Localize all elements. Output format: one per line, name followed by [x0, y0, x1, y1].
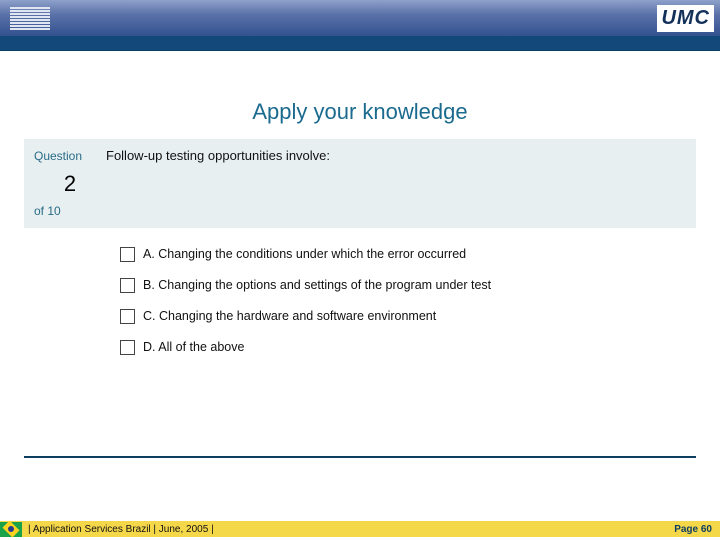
question-number: 2: [34, 167, 106, 200]
option-c[interactable]: C. Changing the hardware and software en…: [120, 308, 550, 325]
footer-divider: [24, 456, 696, 458]
slide-title: Apply your knowledge: [24, 99, 696, 125]
ibm-logo-icon: [10, 7, 50, 30]
footer-text: | Application Services Brazil | June, 20…: [28, 524, 674, 535]
footer-bar: | Application Services Brazil | June, 20…: [0, 521, 720, 537]
question-counter: Question 2 of 10: [34, 147, 106, 220]
checkbox-icon[interactable]: [120, 340, 135, 355]
header-sub-bar: [0, 36, 720, 51]
question-text: Follow-up testing opportunities involve:: [106, 147, 330, 220]
options-list: A. Changing the conditions under which t…: [120, 246, 696, 356]
question-of: of 10: [34, 202, 106, 220]
option-d[interactable]: D. All of the above: [120, 339, 550, 356]
option-label: B. Changing the options and settings of …: [143, 277, 491, 294]
option-label: D. All of the above: [143, 339, 244, 356]
option-label: A. Changing the conditions under which t…: [143, 246, 466, 263]
option-b[interactable]: B. Changing the options and settings of …: [120, 277, 550, 294]
checkbox-icon[interactable]: [120, 278, 135, 293]
umc-logo: UMC: [657, 5, 714, 32]
slide-body: Apply your knowledge Question 2 of 10 Fo…: [0, 51, 720, 356]
option-label: C. Changing the hardware and software en…: [143, 308, 436, 325]
checkbox-icon[interactable]: [120, 247, 135, 262]
top-header-bar: UMC: [0, 0, 720, 36]
question-label: Question: [34, 147, 106, 165]
option-a[interactable]: A. Changing the conditions under which t…: [120, 246, 550, 263]
question-band: Question 2 of 10 Follow-up testing oppor…: [24, 139, 696, 228]
page-number: Page 60: [674, 524, 720, 535]
checkbox-icon[interactable]: [120, 309, 135, 324]
brazil-flag-icon: [0, 522, 22, 537]
umc-logo-text: UMC: [661, 7, 710, 29]
